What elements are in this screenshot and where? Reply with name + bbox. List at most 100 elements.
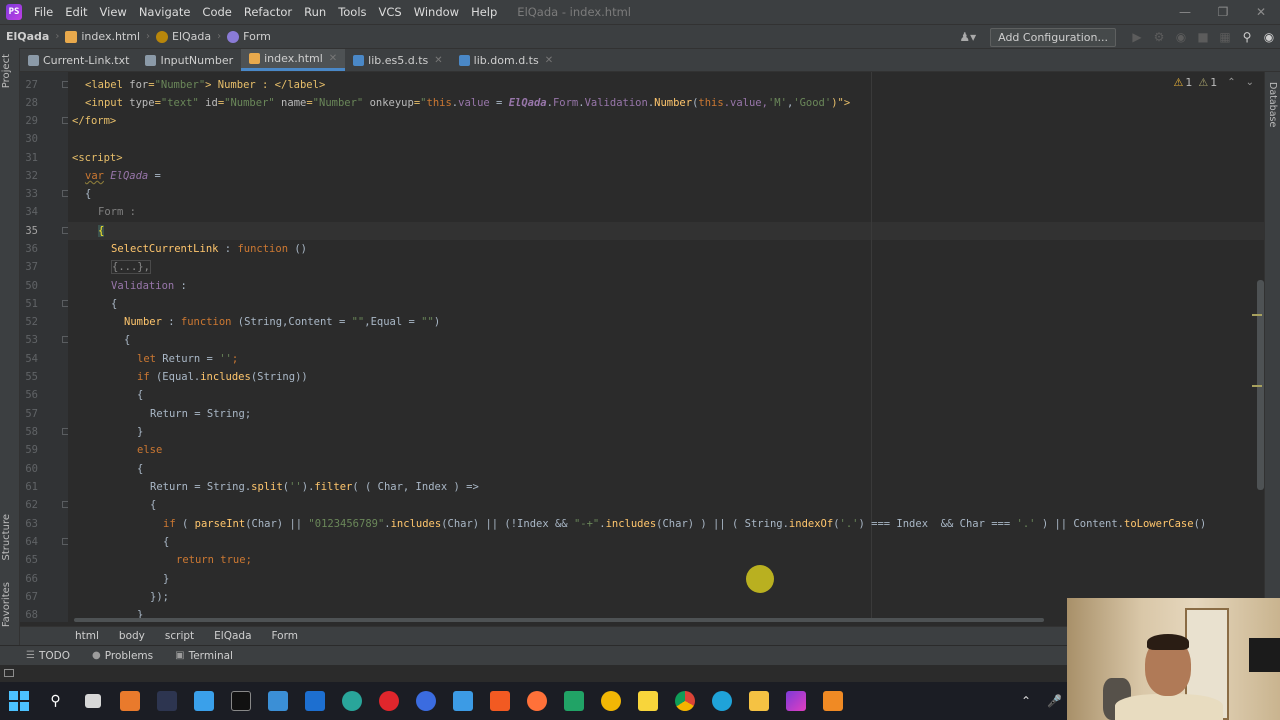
line-number-gutter[interactable]: 27 28 29 30 31 32 33 34 35 36 37 50 51 5… <box>20 72 68 622</box>
nav-project[interactable]: ElQada <box>0 30 55 43</box>
menu-edit[interactable]: Edit <box>59 5 93 19</box>
breadcrumb-html[interactable]: html <box>75 630 99 642</box>
terminal-app-icon[interactable] <box>222 682 259 720</box>
start-icon[interactable] <box>0 682 37 720</box>
search-icon[interactable]: ⚲ <box>37 682 74 720</box>
search-icon[interactable]: ⚲ <box>1236 30 1258 44</box>
code-line-37[interactable]: {...}, <box>111 258 151 276</box>
nav-prop-label: Form <box>243 30 271 43</box>
nav-prop[interactable]: Form <box>221 30 277 43</box>
app-orange-2-icon[interactable] <box>814 682 851 720</box>
microphone-icon[interactable]: 🎤 <box>1047 694 1062 708</box>
edge-icon[interactable] <box>703 682 740 720</box>
chevron-down-icon[interactable]: ⌄ <box>1246 77 1254 88</box>
database-tool-button[interactable]: Database <box>1267 82 1278 127</box>
code-line-62: { <box>150 499 157 511</box>
line-number: 36 <box>25 243 38 255</box>
breadcrumb-elqada[interactable]: ElQada <box>214 630 251 642</box>
tab-index-html[interactable]: index.html ✕ <box>241 49 346 71</box>
store-icon[interactable] <box>185 682 222 720</box>
info-icon: ● <box>92 650 101 661</box>
close-tab-icon[interactable]: ✕ <box>545 55 553 66</box>
user-icon[interactable]: ♟▾ <box>959 30 976 44</box>
app-blue-icon[interactable] <box>259 682 296 720</box>
chrome-icon[interactable] <box>666 682 703 720</box>
phpstorm-icon[interactable] <box>777 682 814 720</box>
mail-icon[interactable] <box>296 682 333 720</box>
app-dark-icon[interactable] <box>148 682 185 720</box>
menu-code[interactable]: Code <box>196 5 237 19</box>
menu-refactor[interactable]: Refactor <box>238 5 298 19</box>
right-tool-strip: Database <box>1264 72 1280 645</box>
code-line-28: <input type="text" id="Number" name="Num… <box>85 97 851 109</box>
coverage-icon[interactable]: ◉ <box>1170 30 1192 44</box>
inspection-widget[interactable]: ⚠ 1 ⚠ 1 ⌃ ⌄ <box>1173 76 1254 89</box>
current-line-highlight <box>68 222 1264 240</box>
menu-tools[interactable]: Tools <box>332 5 372 19</box>
tab-lib-es5[interactable]: lib.es5.d.ts ✕ <box>345 49 451 71</box>
code-line-53: { <box>124 334 131 346</box>
menu-window[interactable]: Window <box>408 5 465 19</box>
excel-icon[interactable] <box>555 682 592 720</box>
horizontal-scrollbar[interactable] <box>74 618 1044 622</box>
restore-icon[interactable]: ❐ <box>1204 0 1242 24</box>
file-explorer-icon[interactable] <box>740 682 777 720</box>
close-tab-icon[interactable]: ✕ <box>434 55 442 66</box>
menu-help[interactable]: Help <box>465 5 503 19</box>
opera-icon[interactable] <box>370 682 407 720</box>
code-line-59: else <box>137 444 163 456</box>
menu-file[interactable]: File <box>28 5 59 19</box>
line-number: 30 <box>25 133 38 145</box>
chevron-up-icon[interactable]: ⌃ <box>1227 77 1235 88</box>
menu-view[interactable]: View <box>94 5 133 19</box>
tab-input-number[interactable]: InputNumber <box>137 49 241 71</box>
edge-dev-icon[interactable] <box>333 682 370 720</box>
nav-file[interactable]: index.html <box>59 30 146 43</box>
task-view-icon[interactable] <box>74 682 111 720</box>
close-tab-icon[interactable]: ✕ <box>329 53 337 64</box>
app-orange-icon[interactable] <box>111 682 148 720</box>
layout-icon[interactable]: ▦ <box>1214 30 1236 44</box>
notepad-icon[interactable] <box>444 682 481 720</box>
nav-toolbar: ♟▾ Add Configuration... ▶ ⚙ ◉ ■ ▦ ⚲ ◉ <box>959 25 1280 49</box>
line-number: 31 <box>25 152 38 164</box>
breadcrumb-body[interactable]: body <box>119 630 145 642</box>
menu-navigate[interactable]: Navigate <box>133 5 197 19</box>
collapsed-block: {...}, <box>111 260 151 274</box>
tab-lib-dom[interactable]: lib.dom.d.ts ✕ <box>451 49 561 71</box>
firefox-icon[interactable] <box>518 682 555 720</box>
line-number: 59 <box>25 444 38 456</box>
structure-tool-button[interactable]: Structure <box>1 514 12 561</box>
stop-icon[interactable]: ■ <box>1192 30 1214 44</box>
code-editor[interactable]: ⚠ 1 ⚠ 1 ⌃ ⌄ <label for="Number"> Number : … <box>68 72 1264 622</box>
app-circle-icon[interactable] <box>407 682 444 720</box>
line-number: 52 <box>25 316 38 328</box>
line-number: 50 <box>25 280 38 292</box>
nav-var[interactable]: ElQada <box>150 30 217 43</box>
chevron-up-icon[interactable]: ⌃ <box>1021 694 1031 708</box>
error-stripe-mark[interactable] <box>1252 314 1262 316</box>
menu-vcs[interactable]: VCS <box>373 5 408 19</box>
ide-logo-icon[interactable]: ◉ <box>1258 30 1280 44</box>
terminal-button[interactable]: ▣ Terminal <box>175 650 233 662</box>
minimize-icon[interactable]: — <box>1166 0 1204 24</box>
sticky-notes-icon[interactable] <box>629 682 666 720</box>
project-tool-button[interactable]: Project <box>1 54 12 88</box>
chrome-canary-icon[interactable] <box>592 682 629 720</box>
favorites-tool-button[interactable]: Favorites <box>1 582 12 627</box>
todo-button[interactable]: ☰ TODO <box>26 650 70 662</box>
menu-run[interactable]: Run <box>298 5 332 19</box>
todo-label: TODO <box>38 649 70 662</box>
status-bar-toggle-icon[interactable] <box>4 669 14 677</box>
breadcrumb-script[interactable]: script <box>165 630 194 642</box>
run-icon[interactable]: ▶ <box>1126 30 1148 44</box>
error-stripe-mark[interactable] <box>1252 385 1262 387</box>
close-icon[interactable]: ✕ <box>1242 0 1280 24</box>
debug-icon[interactable]: ⚙ <box>1148 30 1170 44</box>
problems-button[interactable]: ● Problems <box>92 650 153 662</box>
html-file-icon <box>249 53 261 64</box>
add-configuration-button[interactable]: Add Configuration... <box>990 27 1116 47</box>
brave-icon[interactable] <box>481 682 518 720</box>
tab-current-link[interactable]: Current-Link.txt <box>20 49 137 71</box>
breadcrumb-form[interactable]: Form <box>272 630 298 642</box>
